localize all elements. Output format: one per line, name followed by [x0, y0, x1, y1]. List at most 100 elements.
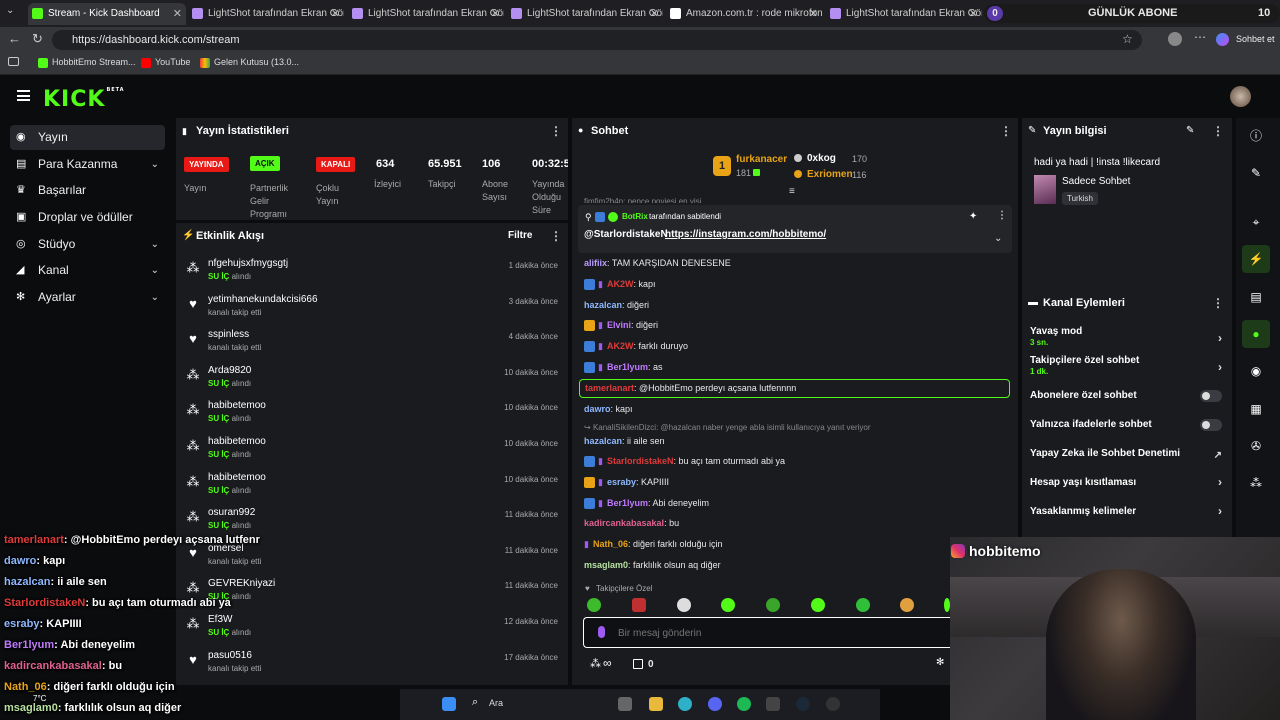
- close-icon[interactable]: ✕: [491, 3, 500, 25]
- account-age-setting[interactable]: Hesap yaşı kısıtlaması ›: [1030, 475, 1226, 489]
- leaderboard-user[interactable]: furkanacer: [736, 154, 787, 165]
- emotes-only-setting[interactable]: Yalnızca ifadelerle sohbet: [1030, 419, 1226, 431]
- spotify-icon[interactable]: [737, 697, 751, 711]
- sidebar-item-para-kazanma[interactable]: ▤ Para Kazanma ⌄: [10, 152, 165, 177]
- chevron-down-icon[interactable]: ⌄: [994, 233, 1002, 244]
- tab-kick-dashboard[interactable]: Stream - Kick Dashboard ✕: [28, 3, 186, 25]
- wrench-icon[interactable]: ✇: [1242, 432, 1270, 460]
- chat-username[interactable]: AK2W: [607, 279, 634, 289]
- chat-username[interactable]: msaglam0: [584, 560, 628, 570]
- chat-username[interactable]: alifiix: [584, 258, 607, 268]
- info-icon[interactable]: ⓘ: [1242, 122, 1270, 150]
- close-icon[interactable]: ✕: [969, 3, 978, 25]
- tab-list-icon[interactable]: ⌄: [6, 5, 14, 16]
- emote-icon[interactable]: [632, 598, 646, 612]
- activity-item[interactable]: ♥ sspinless kanalı takip etti 4 dakika önce: [186, 329, 560, 363]
- people-icon[interactable]: ⁂: [590, 657, 601, 670]
- kebab-menu-icon[interactable]: ⋮: [1000, 124, 1012, 138]
- activity-item[interactable]: ⁂ GEVREKniyazi SU İÇ alındı 11 dakika önce: [186, 578, 560, 612]
- chat-input-box[interactable]: [583, 617, 951, 648]
- layout-icon[interactable]: ▦: [1242, 395, 1270, 423]
- reload-icon[interactable]: ↻: [32, 31, 43, 47]
- bolt-icon[interactable]: ⚡: [1242, 245, 1270, 273]
- chat-username[interactable]: Ber1lyum: [607, 362, 648, 372]
- url-field[interactable]: https://dashboard.kick.com/stream: [52, 30, 1142, 50]
- subscribers-only-setting[interactable]: Abonelere özel sohbet: [1030, 390, 1226, 402]
- chat-username[interactable]: Nath_06: [593, 539, 628, 549]
- target-icon[interactable]: ⌖: [1242, 208, 1270, 236]
- activity-item[interactable]: ♥ pasu0516 kanalı takip etti 17 dakika önce: [186, 650, 560, 684]
- search-icon[interactable]: ⌕: [472, 696, 478, 709]
- emote-icon[interactable]: [677, 598, 691, 612]
- chat-username[interactable]: kadircankabasakal: [584, 518, 664, 528]
- chat-username[interactable]: esraby: [607, 477, 636, 487]
- close-icon[interactable]: ✕: [173, 3, 182, 25]
- tab-lightshot[interactable]: LightShot tarafından Ekran Görüntü ✕: [826, 3, 982, 25]
- broadcast-icon[interactable]: ◉: [1242, 357, 1270, 385]
- kick-logo[interactable]: KICKBETA: [43, 87, 125, 112]
- chat-username[interactable]: Elvini: [607, 320, 631, 330]
- bookmark-youtube[interactable]: YouTube: [141, 57, 190, 68]
- kebab-menu-icon[interactable]: ⋮: [1212, 124, 1224, 138]
- emote-icon[interactable]: [856, 598, 870, 612]
- discord-icon[interactable]: [708, 697, 722, 711]
- kebab-menu-icon[interactable]: ⋮: [997, 210, 1007, 221]
- pencil-icon[interactable]: ✎: [1242, 159, 1270, 187]
- close-icon[interactable]: ✕: [650, 3, 659, 25]
- pin-action-icon[interactable]: ✦: [969, 211, 977, 222]
- chat-settings-icon[interactable]: ✻: [936, 657, 944, 668]
- back-icon[interactable]: ←: [8, 31, 21, 46]
- tab-amazon[interactable]: Amazon.com.tr : rode mikrofon stu ✕: [666, 3, 822, 25]
- tab-lightshot[interactable]: LightShot tarafından Ekran Görüntü ✕: [507, 3, 663, 25]
- sidebar-item-kanal[interactable]: ◢ Kanal ⌄: [10, 258, 165, 283]
- chat-username[interactable]: AK2W: [607, 341, 634, 351]
- activity-item[interactable]: ⁂ habibetemoo SU İÇ alındı 10 dakika önce: [186, 400, 560, 434]
- bookmark-gmail[interactable]: Gelen Kutusu (13.0...: [200, 57, 299, 68]
- kebab-menu-icon[interactable]: ⋮: [550, 229, 562, 243]
- sidebar-item-basarilar[interactable]: ♛ Başarılar: [10, 178, 165, 203]
- emotes-only-toggle[interactable]: [1200, 419, 1222, 431]
- tab-lightshot[interactable]: LightShot tarafından Ekran Görüntü ✕: [348, 3, 504, 25]
- pinned-link[interactable]: https://instagram.com/hobbitemo/: [665, 229, 826, 240]
- folder-icon[interactable]: [649, 697, 663, 711]
- followers-only-setting[interactable]: Takipçilere özel sohbet 1 dk. ›: [1030, 355, 1226, 376]
- emote-icon[interactable]: [766, 598, 780, 612]
- chat-username[interactable]: hazalcan: [584, 436, 622, 446]
- activity-item[interactable]: ⁂ habibetemoo SU İÇ alındı 10 dakika önce: [186, 436, 560, 470]
- obs-icon[interactable]: [826, 697, 840, 711]
- banned-words-setting[interactable]: Yasaklanmış kelimeler ›: [1030, 504, 1226, 518]
- activity-item[interactable]: ⁂ habibetemoo SU İÇ alındı 10 dakika önce: [186, 472, 560, 506]
- profile-avatar[interactable]: [1168, 32, 1182, 46]
- edit-icon[interactable]: ✎: [1186, 125, 1194, 136]
- more-menu-icon[interactable]: ⋯: [1194, 30, 1206, 44]
- sidebar-item-droplar[interactable]: ▣ Droplar ve ödüller: [10, 205, 165, 230]
- hamburger-menu-icon[interactable]: [17, 90, 30, 101]
- chat-username[interactable]: tamerlanart: [585, 383, 634, 393]
- user-avatar[interactable]: [1230, 86, 1251, 107]
- people-icon[interactable]: ⁂: [1242, 469, 1270, 497]
- bookmark-hobbitemo[interactable]: HobbitEmo Stream...: [38, 57, 136, 68]
- edge-icon[interactable]: [678, 697, 692, 711]
- activity-item[interactable]: ⁂ nfgehujsxfmygsgtj SU İÇ alındı 1 dakika ö…: [186, 258, 560, 292]
- steam-icon[interactable]: [796, 697, 810, 711]
- activity-item[interactable]: ♥ omersel kanalı takip etti 11 dakika önce: [186, 543, 560, 577]
- chat-username[interactable]: Ber1lyum: [607, 498, 648, 508]
- activity-item[interactable]: ♥ yetimhanekundakcisi666 kanalı takip etti…: [186, 294, 560, 328]
- windows-start-icon[interactable]: [442, 697, 456, 711]
- pinned-message[interactable]: ⚲ BotRix tarafından sabitlendi ✦ ⋮ @Star…: [578, 205, 1012, 253]
- close-icon[interactable]: ✕: [331, 3, 340, 25]
- sidebar-item-yayin[interactable]: ◉ Yayın: [10, 125, 165, 150]
- chat-username[interactable]: StarlordistakeN: [607, 456, 674, 466]
- activity-item[interactable]: ⁂ Arda9820 SU İÇ alındı 10 dakika önce: [186, 365, 560, 399]
- tab-lightshot[interactable]: LightShot tarafından Ekran Görüntü ✕: [188, 3, 344, 25]
- chat-username[interactable]: dawro: [584, 404, 611, 414]
- kebab-menu-icon[interactable]: ⋮: [1212, 296, 1224, 310]
- ai-moderation-setting[interactable]: Yapay Zeka ile Sohbet Denetimi ↗: [1030, 448, 1226, 461]
- chat-icon[interactable]: ●: [1242, 320, 1270, 348]
- emote-icon[interactable]: [811, 598, 825, 612]
- file-icon[interactable]: [618, 697, 632, 711]
- microphone-icon[interactable]: [598, 626, 605, 638]
- favorite-star-icon[interactable]: ☆: [1122, 32, 1133, 46]
- kebab-menu-icon[interactable]: ⋮: [550, 124, 562, 138]
- emote-icon[interactable]: [900, 598, 914, 612]
